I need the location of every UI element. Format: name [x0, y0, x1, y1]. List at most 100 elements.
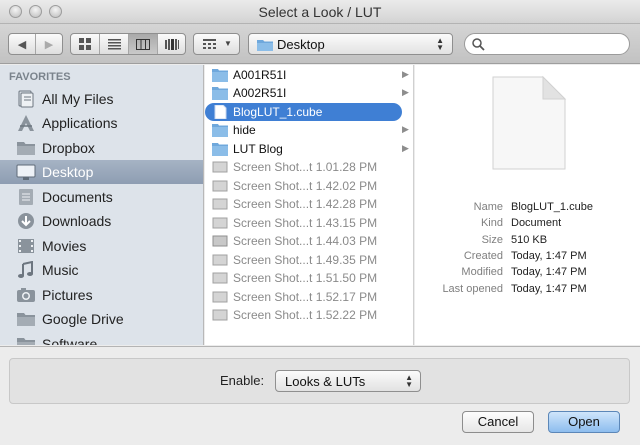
info-value-kind: Document	[511, 217, 562, 229]
list-item-hide[interactable]: hide ▶	[205, 121, 413, 139]
list-item-screenshot: Screen Shot...t 1.43.15 PM	[205, 214, 413, 232]
list-view-button[interactable]	[100, 34, 129, 54]
sidebar-item-desktop[interactable]: Desktop	[0, 160, 203, 184]
info-value-size: 510 KB	[511, 234, 548, 246]
cover-flow-button[interactable]	[158, 34, 185, 54]
image-file-icon	[212, 180, 228, 192]
sidebar-item-dropbox[interactable]: Dropbox	[0, 136, 203, 160]
info-value-last-opened: Today, 1:47 PM	[511, 283, 587, 295]
info-key-name: Name	[473, 201, 503, 213]
list-item-screenshot: Screen Shot...t 1.01.28 PM	[205, 158, 413, 176]
sidebar-item-movies[interactable]: Movies	[0, 234, 203, 258]
list-item-screenshot: Screen Shot...t 1.52.22 PM	[205, 306, 413, 324]
file-column: A001R51I ▶ A002R51I ▶ BlogLUT_1.cube hid…	[205, 65, 414, 345]
location-label: Desktop	[277, 37, 325, 52]
location-popup[interactable]: Desktop ▲ ▼	[248, 33, 453, 55]
column-view-button[interactable]	[129, 34, 158, 54]
enable-popup-value: Looks & LUTs	[285, 374, 366, 389]
list-item-screenshot: Screen Shot...t 1.42.28 PM	[205, 195, 413, 213]
sidebar-item-software[interactable]: Software	[0, 332, 203, 345]
sidebar-item-documents[interactable]: Documents	[0, 185, 203, 209]
disclosure-arrow-icon: ▶	[402, 69, 409, 79]
folder-icon	[17, 313, 35, 326]
list-item-screenshot: Screen Shot...t 1.51.50 PM	[205, 269, 413, 287]
dialog-footer: Enable: Looks & LUTs ▲ ▼ Cancel Open	[0, 346, 640, 445]
sidebar-item-applications[interactable]: Applications	[0, 111, 203, 135]
preview-pane: Name BlogLUT_1.cube Kind Document Size 5…	[415, 65, 640, 345]
list-item-a001r51i[interactable]: A001R51I ▶	[205, 66, 413, 84]
window-title: Select a Look / LUT	[258, 4, 382, 20]
updown-arrows-icon: ▲ ▼	[405, 373, 413, 389]
documents-icon	[19, 189, 33, 205]
chevron-down-icon: ▼	[224, 39, 232, 48]
open-button[interactable]: Open	[548, 411, 620, 433]
folder-icon	[212, 143, 228, 156]
info-key-modified: Modified	[461, 266, 503, 278]
list-item-screenshot: Screen Shot...t 1.44.03 PM	[205, 232, 413, 250]
desktop-icon	[16, 164, 36, 180]
updown-arrows-icon: ▲ ▼	[436, 36, 444, 52]
disclosure-arrow-icon: ▶	[402, 87, 409, 97]
title-bar: Select a Look / LUT	[0, 0, 640, 24]
info-key-last-opened: Last opened	[442, 283, 503, 295]
sidebar: FAVORITES All My Files Applications Drop…	[0, 65, 204, 345]
cover-flow-icon	[164, 38, 179, 50]
arrange-grid-icon	[203, 39, 216, 49]
info-value-name: BlogLUT_1.cube	[511, 201, 593, 213]
list-item-a002r51i[interactable]: A002R51I ▶	[205, 84, 413, 102]
icon-view-button[interactable]	[71, 34, 100, 54]
folder-icon	[212, 69, 228, 82]
search-field[interactable]	[464, 33, 630, 55]
back-button[interactable]: ◀	[9, 34, 36, 54]
applications-icon	[18, 115, 34, 131]
folder-icon	[257, 40, 273, 51]
sidebar-item-google-drive[interactable]: Google Drive	[0, 307, 203, 331]
sidebar-item-pictures[interactable]: Pictures	[0, 283, 203, 307]
sidebar-item-all-my-files[interactable]: All My Files	[0, 87, 203, 111]
disclosure-arrow-icon: ▶	[402, 143, 409, 153]
enable-popup[interactable]: Looks & LUTs ▲ ▼	[275, 370, 421, 392]
search-icon	[472, 38, 485, 51]
folder-icon	[17, 338, 35, 345]
sidebar-heading: FAVORITES	[9, 71, 71, 83]
image-file-icon	[212, 198, 228, 210]
image-file-icon	[212, 235, 228, 247]
sidebar-item-downloads[interactable]: Downloads	[0, 209, 203, 233]
list-item-lut-blog[interactable]: LUT Blog ▶	[205, 140, 413, 158]
info-value-modified: Today, 1:47 PM	[511, 266, 587, 278]
search-input[interactable]	[489, 36, 623, 52]
info-value-created: Today, 1:47 PM	[511, 250, 587, 262]
enable-panel: Enable: Looks & LUTs ▲ ▼	[9, 358, 630, 404]
image-file-icon	[212, 309, 228, 321]
enable-label: Enable:	[220, 373, 265, 388]
image-file-icon	[212, 291, 228, 303]
list-item-screenshot: Screen Shot...t 1.49.35 PM	[205, 251, 413, 269]
info-key-kind: Kind	[480, 217, 503, 229]
forward-button[interactable]: ▶	[36, 34, 62, 54]
list-item-bloglut-cube[interactable]: BlogLUT_1.cube	[205, 103, 413, 121]
folder-icon	[17, 142, 35, 155]
music-icon	[18, 261, 33, 278]
view-mode-buttons	[70, 33, 186, 55]
icon-view-icon	[79, 38, 91, 50]
sidebar-item-music[interactable]: Music	[0, 258, 203, 282]
pictures-icon	[17, 288, 35, 302]
disclosure-arrow-icon: ▶	[402, 124, 409, 134]
column-view-icon	[136, 38, 150, 50]
info-key-size: Size	[481, 234, 503, 246]
document-preview-icon	[492, 75, 567, 170]
all-files-icon	[18, 90, 34, 108]
list-item-screenshot: Screen Shot...t 1.52.17 PM	[205, 288, 413, 306]
document-icon	[214, 105, 227, 119]
back-arrow-icon: ◀	[17, 38, 27, 51]
arrange-button[interactable]: ▼	[193, 33, 240, 55]
image-file-icon	[212, 217, 228, 229]
movies-icon	[18, 239, 34, 253]
folder-icon	[212, 124, 228, 137]
image-file-icon	[212, 161, 228, 173]
nav-buttons: ◀ ▶	[8, 33, 63, 55]
cancel-button[interactable]: Cancel	[462, 411, 534, 433]
downloads-icon	[18, 213, 34, 229]
info-key-created: Created	[463, 250, 503, 262]
toolbar: ◀ ▶ ▼ Desktop ▲ ▼	[0, 24, 640, 64]
